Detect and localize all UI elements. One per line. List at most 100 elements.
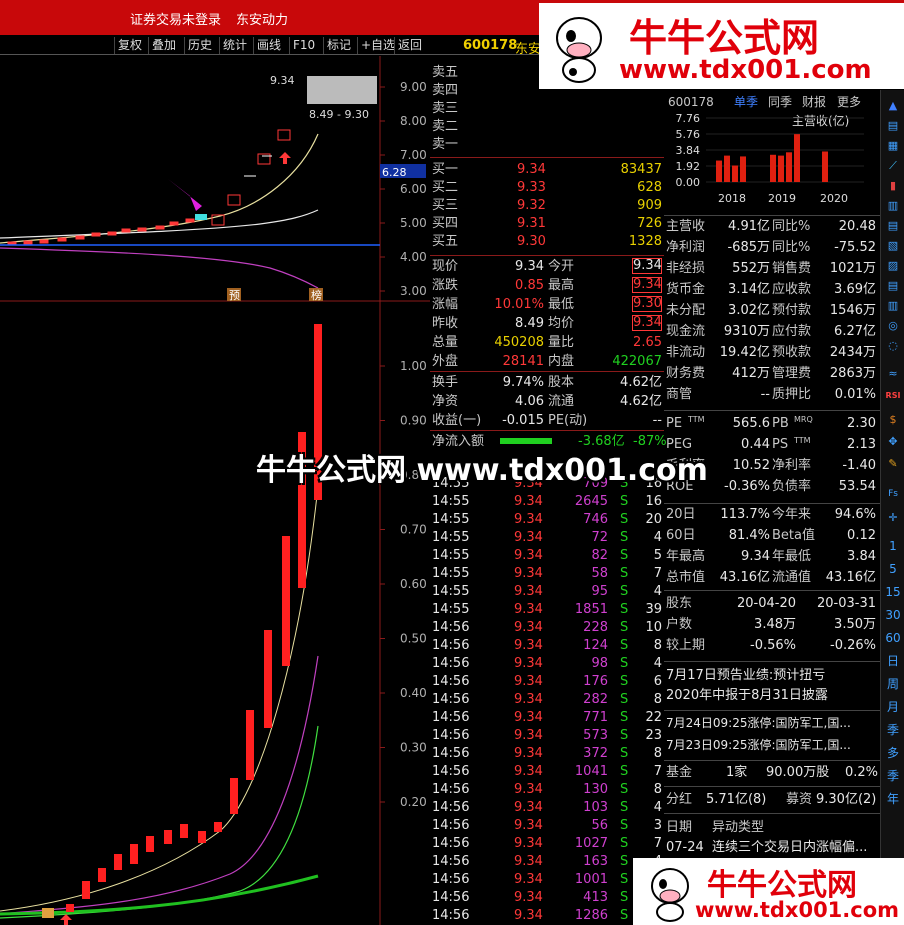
sidebar-period[interactable]: 多 xyxy=(885,745,901,761)
stock-code: 600178 xyxy=(463,38,518,53)
perf-value: 43.16亿 xyxy=(825,570,876,585)
fin-tab-report[interactable]: 财报 xyxy=(802,93,826,111)
sidebar-period[interactable]: 年 xyxy=(885,791,901,807)
fin-tab-quarter[interactable]: 单季 xyxy=(734,93,758,111)
sidebar-f7-icon[interactable]: ◌ xyxy=(885,338,901,354)
sidebar-period[interactable]: 60 xyxy=(885,630,901,646)
fin-label: 非流动 xyxy=(666,345,706,360)
sidebar-wave-icon[interactable]: ≈ xyxy=(885,366,901,382)
tick-time: 14:55 xyxy=(432,494,470,509)
sidebar-period[interactable]: 季 xyxy=(885,768,901,784)
sidebar-up-icon[interactable]: ▲ xyxy=(885,98,901,114)
val-label: PS xyxy=(772,437,789,452)
tick-price: 9.34 xyxy=(514,692,543,707)
val-label: 负债率 xyxy=(772,479,812,494)
price-tick: 3.00 xyxy=(400,284,427,298)
sidebar-period[interactable]: 月 xyxy=(885,699,901,715)
fin-year: 2020 xyxy=(820,192,848,205)
fin-value: 0.01% xyxy=(834,387,876,402)
sidebar-line-chart-icon[interactable]: ⟋ xyxy=(885,158,901,174)
news-2[interactable]: 7月23日09:25涨停:国防军工,国... xyxy=(666,736,851,754)
tick-price: 9.34 xyxy=(514,584,543,599)
buy-level-price: 9.32 xyxy=(517,198,546,213)
sidebar-dollar-icon[interactable]: $ xyxy=(885,412,901,428)
sidebar-arrows-icon[interactable]: ✥ xyxy=(885,434,901,450)
sell3-label: 卖三 xyxy=(432,101,459,116)
quote2-label: 换手 xyxy=(432,375,459,390)
tick-count: 7 xyxy=(653,764,662,779)
ad-brand-top: 牛牛公式网 xyxy=(629,16,820,60)
sidebar-list-icon[interactable]: ▤ xyxy=(885,118,901,134)
toolbar-f10-button[interactable]: F10 xyxy=(289,37,318,54)
quote-value: 9.34 xyxy=(632,315,662,331)
sidebar-fs-icon[interactable]: Fs xyxy=(885,486,901,502)
ad-banner-bottom[interactable]: 牛牛公式网 www.tdx001.com xyxy=(633,858,904,925)
fin-divider8 xyxy=(664,786,880,787)
quote2-label: PE(动) xyxy=(548,413,588,428)
toolbar-fuquan-button[interactable]: 复权 xyxy=(114,37,145,54)
fin-label: 管理费 xyxy=(772,366,812,381)
sidebar-f2-icon[interactable]: ▧ xyxy=(885,238,901,254)
quote-value: 9.34 xyxy=(515,259,544,274)
sidebar-tick-icon[interactable]: ▥ xyxy=(885,198,901,214)
tick-time: 14:56 xyxy=(432,800,470,815)
perf-label: 60日 xyxy=(666,528,696,543)
raise-value: 9.30亿(2) xyxy=(816,792,877,807)
sidebar-period[interactable]: 15 xyxy=(885,584,901,600)
fin-tab-code[interactable]: 600178 xyxy=(668,93,714,111)
sidebar-f6-icon[interactable]: ◎ xyxy=(885,318,901,334)
fin-value: -685万 xyxy=(727,240,770,255)
tick-time: 14:56 xyxy=(432,836,470,851)
ad-banner-top[interactable]: 牛牛公式网 www.tdx001.com xyxy=(539,3,904,89)
toolbar-overlay-button[interactable]: 叠加 xyxy=(148,37,179,54)
toolbar-stats-button[interactable]: 统计 xyxy=(219,37,250,54)
login-status[interactable]: 证券交易未登录 xyxy=(130,9,221,28)
tick-count: 7 xyxy=(653,836,662,851)
revenue-bar xyxy=(822,151,828,182)
toolbar-mark-button[interactable]: 标记 xyxy=(323,37,354,54)
perf-value: 43.16亿 xyxy=(719,570,770,585)
sidebar-f4-icon[interactable]: ▤ xyxy=(885,278,901,294)
sidebar-rsi-icon[interactable]: RSI xyxy=(885,388,901,404)
fin-divider3 xyxy=(664,503,880,504)
holder-label: 户数 xyxy=(666,617,693,632)
fin-label: 销售费 xyxy=(772,261,812,276)
tick-flag: S xyxy=(620,890,629,905)
toolbar-draw-button[interactable]: 画线 xyxy=(253,37,284,54)
revenue-bar xyxy=(778,155,784,182)
sidebar-grid-icon[interactable]: ▦ xyxy=(885,138,901,154)
perf-label: 年最低 xyxy=(772,549,812,564)
ad-url-bottom: www.tdx001.com xyxy=(695,898,900,922)
sidebar-period[interactable]: 季 xyxy=(885,722,901,738)
kline-chart[interactable]: 9.008.007.006.005.004.003.00 1.000.900.8… xyxy=(0,56,430,925)
fin-tab-more[interactable]: 更多 xyxy=(837,93,861,111)
tick-volume: 103 xyxy=(583,800,608,815)
price-tick: 0.90 xyxy=(400,414,427,428)
quote-label: 最高 xyxy=(548,278,575,293)
sidebar-period[interactable]: 30 xyxy=(885,607,901,623)
abn-type[interactable]: 连续三个交易日内涨幅偏... xyxy=(712,839,867,857)
sidebar-f5-icon[interactable]: ▥ xyxy=(885,298,901,314)
sidebar-period[interactable]: 周 xyxy=(885,676,901,692)
fin-label: 应收款 xyxy=(772,282,812,297)
ob-divider xyxy=(430,157,664,158)
fin-label: 预收款 xyxy=(772,345,812,360)
quote2-label: 净资 xyxy=(432,394,459,409)
tick-flag: S xyxy=(620,908,629,923)
sidebar-period[interactable]: 1 xyxy=(885,538,901,554)
buy-level-volume: 1328 xyxy=(628,234,662,249)
sidebar-move-icon[interactable]: ✛ xyxy=(885,510,901,526)
sidebar-period[interactable]: 日 xyxy=(885,653,901,669)
toolbar-history-button[interactable]: 历史 xyxy=(184,37,215,54)
fin-tab-same[interactable]: 同季 xyxy=(768,93,792,111)
sidebar-pen-icon[interactable]: ✎ xyxy=(885,456,901,472)
sidebar-candle-icon[interactable]: ▮ xyxy=(885,178,901,194)
toolbar-back-button[interactable]: 返回 xyxy=(394,37,425,54)
candle-bottom xyxy=(82,881,90,899)
sidebar-period[interactable]: 5 xyxy=(885,561,901,577)
sidebar-f1-icon[interactable]: ▤ xyxy=(885,218,901,234)
toolbar-add-watch-button[interactable]: +自选 xyxy=(357,37,398,54)
news-1[interactable]: 7月24日09:25涨停:国防军工,国... xyxy=(666,714,851,732)
sidebar-f3-icon[interactable]: ▨ xyxy=(885,258,901,274)
signal-marker xyxy=(195,214,207,220)
